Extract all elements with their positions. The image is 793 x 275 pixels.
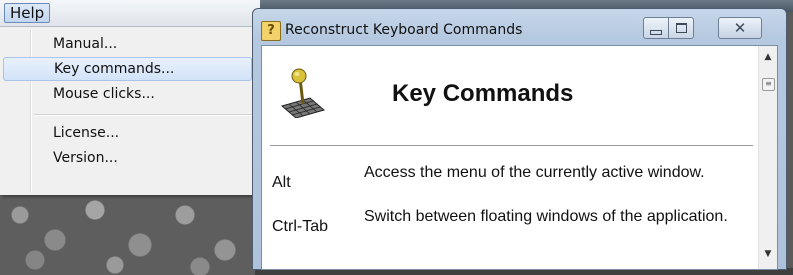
vertical-scrollbar[interactable]: ▲ ≡ ▼ <box>758 46 777 269</box>
menu-help[interactable]: Help <box>4 3 51 23</box>
help-menu-dropdown: Manual... Key commands... Mouse clicks..… <box>0 27 259 195</box>
page-heading: Key Commands <box>392 80 574 107</box>
help-book-icon: ? <box>261 21 281 41</box>
menu-item-key-commands[interactable]: Key commands... <box>3 57 252 81</box>
background-image <box>0 195 260 275</box>
command-description: Access the menu of the currently active … <box>364 164 705 181</box>
reconstruct-logo-icon <box>280 68 326 118</box>
menu-item-version[interactable]: Version... <box>3 146 252 170</box>
menu-separator <box>34 114 252 116</box>
maximize-icon <box>675 23 687 33</box>
minimize-icon <box>650 29 662 35</box>
maximize-button[interactable] <box>668 17 694 39</box>
window-titlebar[interactable]: ? Reconstruct Keyboard Commands ✕ <box>253 9 786 45</box>
scroll-up-icon[interactable]: ▲ <box>759 52 777 68</box>
divider <box>270 145 753 146</box>
scroll-down-icon[interactable]: ▼ <box>759 249 777 265</box>
menu-item-mouse-clicks[interactable]: Mouse clicks... <box>3 82 252 106</box>
scroll-thumb[interactable]: ≡ <box>762 78 775 91</box>
window-title: Reconstruct Keyboard Commands <box>285 22 523 38</box>
command-key: Alt <box>272 174 291 191</box>
menu-bar: Help <box>0 0 260 27</box>
close-button[interactable]: ✕ <box>718 17 762 39</box>
menu-item-license[interactable]: License... <box>3 121 252 145</box>
help-document: Key Commands Alt Access the menu of the … <box>262 46 759 269</box>
window-content: Key Commands Alt Access the menu of the … <box>261 45 778 270</box>
keyboard-commands-window: ? Reconstruct Keyboard Commands ✕ Key Co… <box>252 8 787 270</box>
close-icon: ✕ <box>733 18 747 37</box>
menu-item-manual[interactable]: Manual... <box>3 32 252 56</box>
command-description: Switch between floating windows of the a… <box>364 208 728 225</box>
command-key: Ctrl-Tab <box>272 218 329 235</box>
minimize-button[interactable] <box>643 17 669 39</box>
